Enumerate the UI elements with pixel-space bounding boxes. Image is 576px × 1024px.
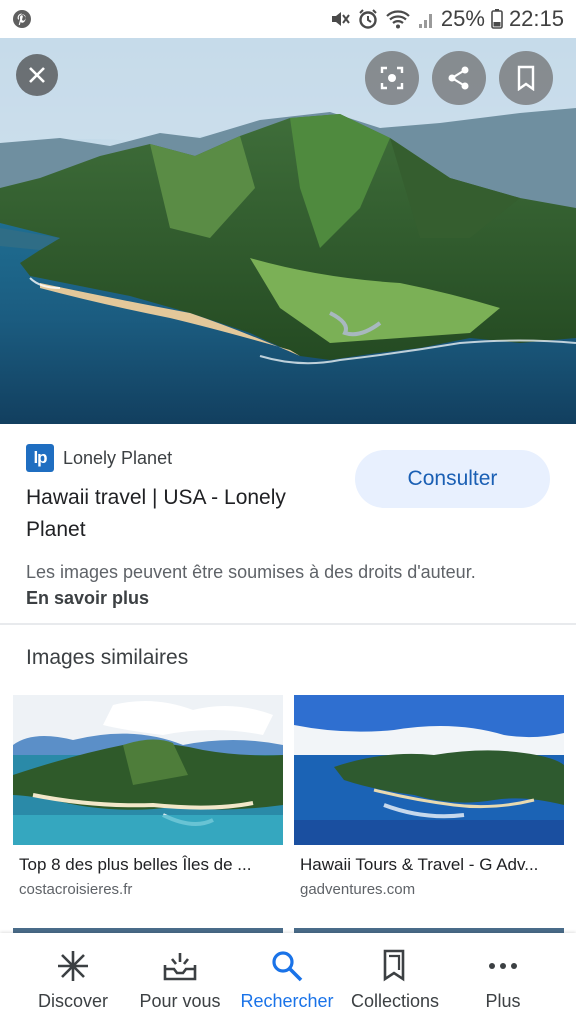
source-name: Lonely Planet bbox=[63, 447, 173, 468]
hero-image[interactable] bbox=[0, 38, 576, 424]
mute-icon bbox=[329, 8, 351, 30]
nav-label: Discover bbox=[37, 991, 108, 1011]
close-button[interactable] bbox=[16, 54, 58, 96]
source-row[interactable]: lp Lonely Planet bbox=[26, 444, 172, 472]
copyright-notice: Les images peuvent être soumises à des d… bbox=[26, 562, 476, 582]
similar-image-title: Hawaii Tours & Travel - G Adv... bbox=[300, 855, 539, 874]
lens-icon bbox=[380, 66, 404, 90]
clock: 22:15 bbox=[508, 6, 564, 31]
nav-collections[interactable]: Collections bbox=[343, 949, 447, 1012]
similar-image-thumb bbox=[13, 695, 283, 845]
bottom-navigation: Discover Pour vous Rechercher Collection… bbox=[0, 933, 576, 1024]
result-title[interactable]: Hawaii travel | USA - Lonely Planet bbox=[26, 482, 346, 546]
nav-discover[interactable]: Discover bbox=[33, 949, 113, 1012]
divider bbox=[0, 623, 576, 625]
close-icon bbox=[29, 67, 45, 83]
share-icon bbox=[448, 66, 469, 90]
asterisk-icon bbox=[58, 951, 88, 981]
collections-icon bbox=[383, 949, 405, 982]
nav-more[interactable]: Plus bbox=[478, 949, 528, 1012]
inbox-icon bbox=[163, 953, 197, 981]
bookmark-button[interactable] bbox=[499, 51, 553, 105]
visit-button[interactable]: Consulter bbox=[355, 450, 550, 508]
wifi-icon bbox=[385, 8, 411, 30]
hawaii-coast-photo bbox=[0, 38, 576, 424]
similar-image-card[interactable]: Hawaii Tours & Travel - G Adv... gadvent… bbox=[294, 695, 564, 898]
battery-icon bbox=[491, 8, 503, 30]
alarm-icon bbox=[357, 8, 379, 30]
lens-button[interactable] bbox=[365, 51, 419, 105]
similar-images-heading: Images similaires bbox=[26, 646, 189, 669]
share-button[interactable] bbox=[432, 51, 486, 105]
search-icon bbox=[272, 951, 303, 982]
learn-more-link[interactable]: En savoir plus bbox=[26, 588, 149, 609]
similar-image-site: costacroisieres.fr bbox=[19, 881, 133, 898]
nav-for-you[interactable]: Pour vous bbox=[134, 949, 226, 1012]
similar-image-site: gadventures.com bbox=[300, 881, 416, 898]
similar-image-thumb bbox=[294, 695, 564, 845]
lonely-planet-logo: lp bbox=[26, 444, 54, 472]
nav-label: Rechercher bbox=[240, 991, 334, 1011]
nav-search[interactable]: Rechercher bbox=[234, 949, 340, 1012]
similar-image-title: Top 8 des plus belles Îles de ... bbox=[19, 855, 252, 874]
similar-image-card[interactable]: Top 8 des plus belles Îles de ... costac… bbox=[13, 695, 283, 898]
pinterest-icon bbox=[12, 9, 32, 34]
more-icon bbox=[489, 963, 517, 969]
battery-percent: 25% bbox=[440, 6, 485, 31]
nav-label: Collections bbox=[350, 991, 440, 1011]
nav-label: Pour vous bbox=[139, 991, 221, 1011]
bookmark-icon bbox=[517, 65, 535, 91]
signal-icon bbox=[417, 8, 435, 30]
status-bar: 25% 22:15 bbox=[0, 0, 576, 38]
nav-label: Plus bbox=[485, 991, 521, 1011]
